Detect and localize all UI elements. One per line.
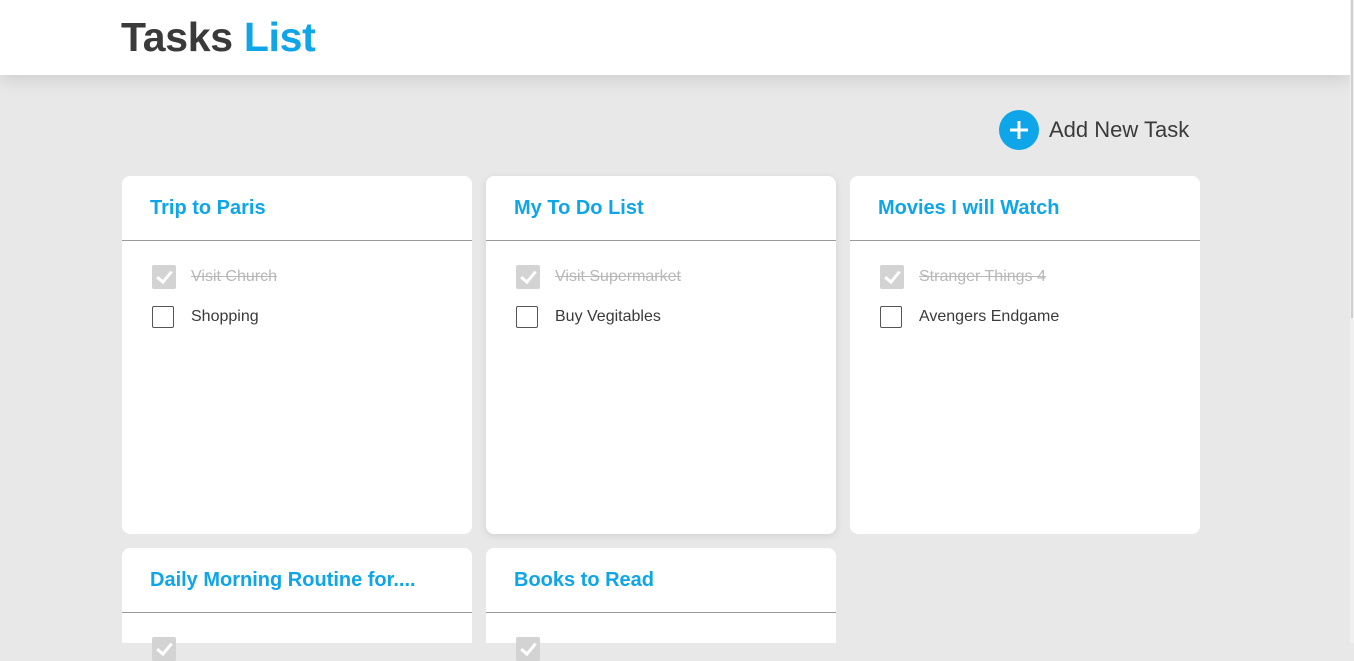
task-card-movies: Movies I will Watch Stranger Things 4 Av…: [850, 176, 1200, 534]
plus-icon[interactable]: [999, 110, 1039, 150]
checkbox-unchecked[interactable]: [152, 306, 174, 328]
page-scrollbar[interactable]: [1350, 0, 1354, 643]
card-title[interactable]: Books to Read: [514, 568, 654, 592]
checkbox-checked[interactable]: [880, 265, 904, 289]
task-item[interactable]: Visit Church: [152, 265, 277, 289]
card-header: Trip to Paris: [122, 176, 472, 241]
add-new-task-label[interactable]: Add New Task: [1049, 117, 1189, 143]
card-header: My To Do List: [486, 176, 836, 241]
task-label: Avengers Endgame: [919, 308, 1060, 325]
task-item[interactable]: Stranger Things 4: [880, 265, 1046, 289]
card-header: Books to Read: [486, 548, 836, 613]
checkbox-unchecked[interactable]: [880, 306, 902, 328]
add-new-task-button[interactable]: Add New Task: [999, 110, 1189, 150]
task-label: Visit Church: [191, 268, 277, 285]
card-header: Movies I will Watch: [850, 176, 1200, 241]
card-title[interactable]: Daily Morning Routine for....: [150, 568, 416, 592]
task-item[interactable]: Visit Supermarket: [516, 265, 681, 289]
app-title-tasks: Tasks: [121, 14, 233, 60]
task-item[interactable]: [516, 637, 555, 661]
card-header: Daily Morning Routine for....: [122, 548, 472, 613]
task-card-daily-morning-routine: Daily Morning Routine for....: [122, 548, 472, 661]
task-item[interactable]: [152, 637, 191, 661]
checkbox-checked[interactable]: [152, 637, 176, 661]
task-label: Shopping: [191, 308, 259, 325]
checkbox-checked[interactable]: [516, 265, 540, 289]
task-card-books-to-read: Books to Read: [486, 548, 836, 661]
task-item[interactable]: Shopping: [152, 305, 259, 329]
task-item[interactable]: Avengers Endgame: [880, 305, 1059, 329]
task-label: Stranger Things 4: [919, 268, 1046, 285]
app-header: Tasks List: [0, 0, 1350, 75]
card-title[interactable]: My To Do List: [514, 196, 644, 220]
task-card-my-to-do-list: My To Do List Visit Supermarket Buy Vegi…: [486, 176, 836, 534]
task-card-trip-to-paris: Trip to Paris Visit Church Shopping: [122, 176, 472, 534]
app-title: Tasks List: [121, 14, 316, 60]
checkbox-unchecked[interactable]: [516, 306, 538, 328]
task-item[interactable]: Buy Vegitables: [516, 305, 661, 329]
checkbox-checked[interactable]: [516, 637, 540, 661]
app-title-list: List: [243, 14, 316, 60]
card-title[interactable]: Movies I will Watch: [878, 196, 1060, 220]
checkbox-checked[interactable]: [152, 265, 176, 289]
task-label: Buy Vegitables: [555, 308, 661, 325]
card-title[interactable]: Trip to Paris: [150, 196, 266, 220]
scrollbar-thumb[interactable]: [1351, 0, 1353, 318]
task-label: Visit Supermarket: [555, 268, 681, 285]
